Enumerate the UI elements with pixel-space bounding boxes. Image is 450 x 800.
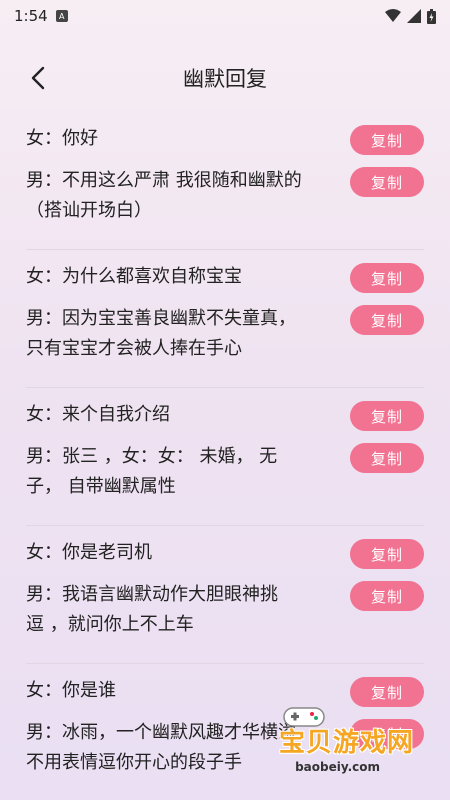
copy-answer-button[interactable]: 复制: [350, 167, 424, 197]
answer-text: 男：因为宝宝善良幽默不失童真， 只有宝宝才会被人捧在手心: [26, 304, 326, 364]
status-icons: [385, 8, 436, 24]
wifi-icon: [385, 9, 401, 22]
copy-question-button[interactable]: 复制: [350, 401, 424, 431]
page-title: 幽默回复: [183, 67, 267, 91]
answer-text: 男：张三 ，女：女： 未婚， 无 子， 自带幽默属性: [26, 442, 326, 502]
app-header: 幽默回复: [0, 48, 450, 108]
answer-line: 男：因为宝宝善良幽默不失童真，: [26, 308, 296, 329]
battery-icon: [427, 8, 436, 24]
copy-answer-button[interactable]: 复制: [350, 443, 424, 473]
question-text: 女：你是谁: [26, 680, 116, 701]
list-item: 女：为什么都喜欢自称宝宝 复制 男：因为宝宝善良幽默不失童真， 只有宝宝才会被人…: [26, 250, 424, 388]
copy-answer-button[interactable]: 复制: [350, 581, 424, 611]
question-text: 女：为什么都喜欢自称宝宝: [26, 266, 242, 287]
copy-answer-button[interactable]: 复制: [350, 305, 424, 335]
question-text: 女：来个自我介绍: [26, 404, 170, 425]
watermark-url: baobeiy.com: [295, 760, 380, 774]
back-button[interactable]: [24, 64, 52, 92]
copy-question-button[interactable]: 复制: [350, 125, 424, 155]
watermark: 宝贝游戏网 baobeiy.com: [260, 704, 420, 782]
answer-line: 子， 自带幽默属性: [26, 476, 176, 497]
list-item: 女：你是老司机 复制 男：我语言幽默动作大胆眼神挑 逗 ，就问你上不上车 复制: [26, 526, 424, 664]
answer-text: 男：不用这么严肃 我很随和幽默的 （搭讪开场白）: [26, 166, 326, 226]
copy-question-button[interactable]: 复制: [350, 677, 424, 707]
status-bar: 1:54 A: [0, 0, 450, 32]
answer-line: 逗 ，就问你上不上车: [26, 614, 194, 635]
answer-line: 男：不用这么严肃 我很随和幽默的: [26, 170, 302, 191]
question-text: 女：你是老司机: [26, 542, 152, 563]
notification-icon: A: [55, 10, 68, 22]
list-item: 女：你好 复制 男：不用这么严肃 我很随和幽默的 （搭讪开场白） 复制: [26, 112, 424, 250]
answer-line: 男：我语言幽默动作大胆眼神挑: [26, 584, 278, 605]
chevron-left-icon: [31, 66, 45, 90]
status-time: 1:54: [14, 7, 48, 25]
reply-list: 女：你好 复制 男：不用这么严肃 我很随和幽默的 （搭讪开场白） 复制 女：为什…: [0, 112, 450, 800]
question-text: 女：你好: [26, 128, 98, 149]
answer-text: 男：我语言幽默动作大胆眼神挑 逗 ，就问你上不上车: [26, 580, 326, 640]
answer-line: 男：张三 ，女：女： 未婚， 无: [26, 446, 278, 467]
copy-question-button[interactable]: 复制: [350, 539, 424, 569]
list-item: 女：来个自我介绍 复制 男：张三 ，女：女： 未婚， 无 子， 自带幽默属性 复…: [26, 388, 424, 526]
copy-question-button[interactable]: 复制: [350, 263, 424, 293]
answer-line: 只有宝宝才会被人捧在手心: [26, 338, 242, 359]
signal-icon: [407, 9, 421, 23]
watermark-title: 宝贝游戏网: [278, 728, 414, 758]
answer-line: （搭讪开场白）: [26, 200, 152, 221]
